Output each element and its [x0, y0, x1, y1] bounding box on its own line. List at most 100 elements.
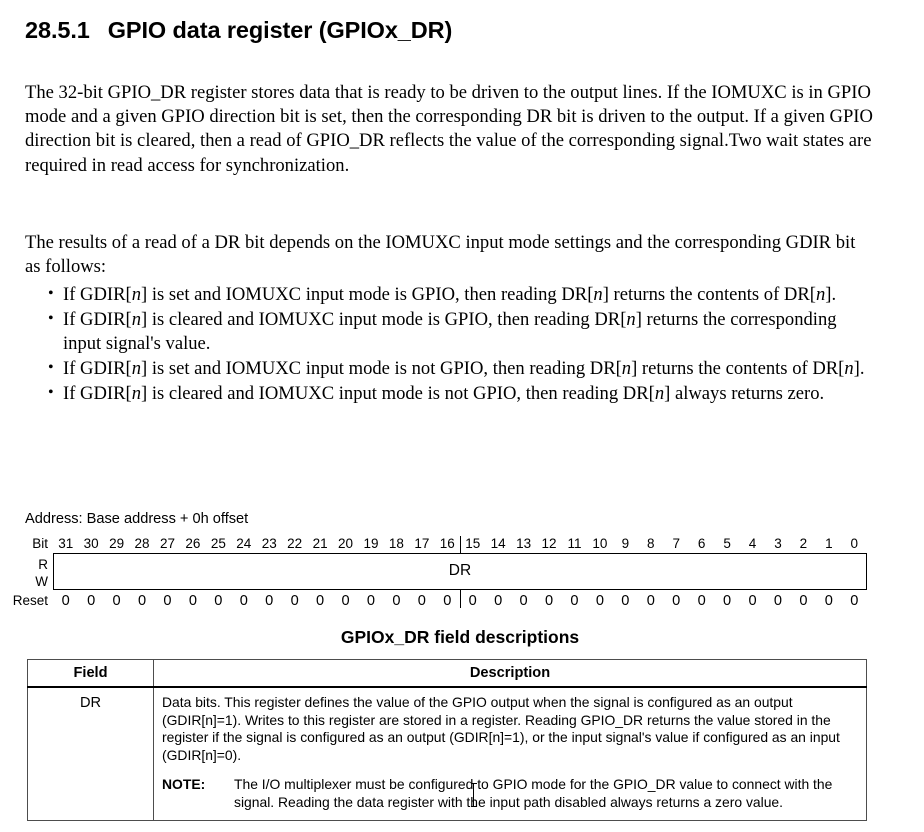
table-caption: GPIOx_DR field descriptions: [340, 627, 580, 647]
reset-value-bit-15: 0: [468, 593, 477, 609]
lead-in-paragraph: The results of a read of a DR bit depend…: [25, 231, 856, 277]
reset-value-bit-2: 0: [799, 593, 808, 609]
reset-value-bit-14: 0: [494, 593, 503, 609]
reset-value-bit-20: 0: [341, 593, 350, 609]
reset-value-bit-23: 0: [265, 593, 274, 609]
reset-row-label: Reset: [12, 593, 48, 608]
bit-number-26: 26: [185, 536, 201, 551]
bit-number-3: 3: [774, 536, 782, 551]
register-field-box: DR: [53, 553, 867, 590]
list-item-text: If GDIR[n] is cleared and IOMUXC input m…: [63, 308, 837, 355]
reset-value-bit-24: 0: [239, 593, 248, 609]
bit-number-18: 18: [388, 536, 404, 551]
bit-number-19: 19: [363, 536, 379, 551]
list-item: If GDIR[n] is set and IOMUXC input mode …: [48, 356, 878, 381]
cell-description: Data bits. This register defines the val…: [153, 686, 867, 821]
reset-value-bit-7: 0: [672, 593, 681, 609]
intro-paragraph: The 32-bit GPIO_DR register stores data …: [25, 81, 873, 176]
document-page: 28.5.1 GPIO data register (GPIOx_DR) The …: [0, 0, 924, 832]
reset-value-bit-13: 0: [519, 593, 528, 609]
text-cursor: [470, 783, 477, 807]
note-block: NOTE: The I/O multiplexer must be config…: [162, 776, 860, 811]
bit-number-21: 21: [312, 536, 328, 551]
bit-number-30: 30: [83, 536, 99, 551]
reset-value-bit-16: 0: [443, 593, 452, 609]
reset-value-bit-19: 0: [366, 593, 376, 609]
reset-value-bit-8: 0: [646, 593, 655, 609]
list-item-text: If GDIR[n] is set and IOMUXC input mode …: [63, 358, 865, 380]
list-item-text: If GDIR[n] is set and IOMUXC input mode …: [63, 284, 837, 305]
reset-value-bit-18: 0: [392, 593, 401, 609]
bit-number-1: 1: [825, 536, 833, 551]
bit-number-22: 22: [287, 536, 303, 551]
bit-number-13: 13: [516, 536, 532, 551]
column-header-description: Description: [153, 659, 867, 688]
bit-number-2: 2: [799, 536, 808, 551]
bit-number-20: 20: [338, 536, 354, 551]
reset-value-bit-30: 0: [87, 593, 96, 609]
reset-value-bit-25: 0: [214, 593, 223, 609]
reset-value-bit-26: 0: [188, 593, 197, 609]
table-header-row: Field Description: [27, 659, 867, 688]
bit-number-27: 27: [159, 536, 175, 551]
section-heading: 28.5.1 GPIO data register (GPIOx_DR): [25, 17, 452, 44]
reset-value-bit-22: 0: [290, 593, 299, 609]
table-row: DR Data bits. This register defines the …: [27, 686, 867, 821]
reset-value-bit-3: 0: [773, 593, 783, 609]
bit-number-24: 24: [236, 536, 252, 551]
bit-row-label: Bit: [32, 536, 48, 551]
reset-value-bit-29: 0: [112, 593, 121, 609]
register-address-line: Address: Base address + 0h offset: [25, 511, 249, 527]
bit-number-7: 7: [672, 536, 680, 551]
field-descriptions-table: Field Description DR Data bits. This reg…: [27, 659, 867, 821]
reset-value-bit-5: 0: [723, 593, 732, 609]
bit-number-8: 8: [647, 536, 655, 551]
reset-value-bit-17: 0: [417, 593, 426, 609]
reset-value-bit-6: 0: [697, 593, 706, 609]
description-text: Data bits. This register defines the val…: [162, 694, 840, 763]
bit-number-14: 14: [490, 536, 506, 551]
list-item: If GDIR[n] is cleared and IOMUXC input m…: [48, 307, 878, 357]
section-number: 28.5.1: [25, 17, 90, 43]
column-header-field: Field: [27, 659, 154, 688]
reset-value-bit-21: 0: [316, 593, 325, 609]
reset-value-bit-0: 0: [850, 593, 859, 609]
bit-number-15: 15: [465, 536, 481, 551]
bit-number-11: 11: [567, 536, 582, 551]
bit-number-31: 31: [58, 536, 74, 551]
cell-field-name: DR: [27, 686, 154, 821]
note-label: NOTE:: [162, 776, 206, 793]
list-item: If GDIR[n] is cleared and IOMUXC input m…: [48, 381, 878, 406]
bit-number-5: 5: [723, 536, 731, 551]
bit-number-9: 9: [621, 536, 630, 551]
reset-value-bit-27: 0: [163, 593, 172, 609]
reset-value-bit-11: 0: [570, 593, 579, 609]
page-title: GPIO data register (GPIOx_DR): [107, 17, 453, 43]
write-row-label: W: [35, 574, 48, 589]
list-item: If GDIR[n] is set and IOMUXC input mode …: [48, 282, 878, 307]
list-item-text: If GDIR[n] is cleared and IOMUXC input m…: [63, 383, 825, 405]
bit-number-23: 23: [261, 536, 277, 551]
read-row-label: R: [38, 557, 48, 572]
note-text: The I/O multiplexer must be configured t…: [234, 776, 833, 810]
bit-number-6: 6: [697, 536, 706, 551]
reset-value-bit-10: 0: [595, 593, 604, 609]
reset-value-bit-1: 0: [824, 593, 833, 609]
reset-value-bit-31: 0: [61, 593, 70, 609]
bit-number-16: 16: [439, 536, 455, 551]
bit-number-29: 29: [109, 536, 125, 551]
reset-value-bit-28: 0: [137, 593, 147, 609]
bit-number-17: 17: [414, 536, 430, 551]
reset-value-bit-4: 0: [748, 593, 757, 609]
reset-value-bit-9: 0: [621, 593, 630, 609]
bit-number-12: 12: [541, 536, 557, 551]
bit-number-10: 10: [592, 536, 608, 551]
bit-number-28: 28: [134, 536, 150, 551]
bit-number-25: 25: [210, 536, 226, 551]
reset-value-bit-12: 0: [544, 593, 554, 609]
register-field-name: DR: [448, 562, 472, 579]
register-bit-diagram: Bit R W Reset DR 31 30 29 28 27 26 25 24 23 22 21 2…: [0, 536, 924, 610]
read-behavior-list: If GDIR[n] is set and IOMUXC input mode …: [48, 282, 878, 407]
bit-number-4: 4: [748, 536, 757, 551]
bit-number-0: 0: [850, 536, 859, 551]
